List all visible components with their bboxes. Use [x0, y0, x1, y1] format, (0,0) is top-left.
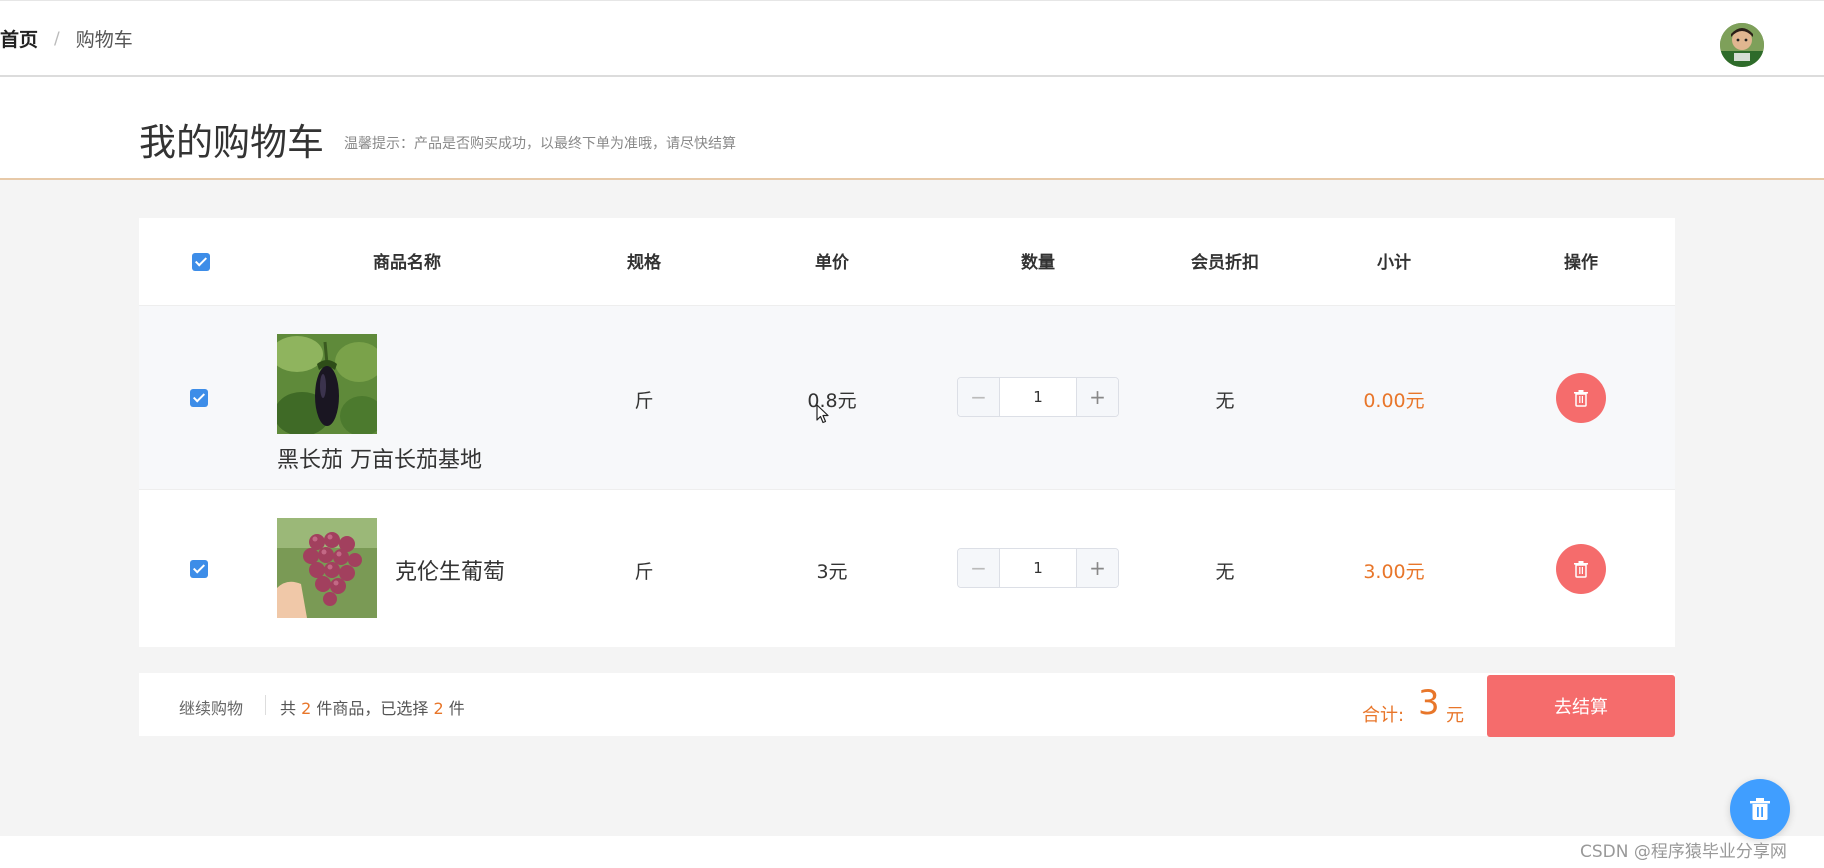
quantity-decrease-button[interactable]: − [958, 378, 1000, 416]
row-checkbox[interactable] [190, 389, 208, 407]
product-price: 0.8元 [807, 390, 857, 412]
minus-icon: − [970, 556, 987, 580]
quantity-input[interactable]: 1 [1000, 549, 1076, 587]
page-title: 我的购物车 [139, 121, 324, 164]
selected-items-count: 2 [433, 699, 444, 718]
trash-icon [1750, 798, 1770, 820]
breadcrumb-current: 购物车 [75, 29, 133, 51]
product-price: 3元 [816, 561, 848, 583]
product-image-eggplant[interactable] [277, 334, 377, 434]
product-spec: 斤 [634, 561, 654, 583]
watermark: CSDN @程序猿毕业分享网 [1580, 842, 1787, 862]
column-header-spec: 规格 [627, 253, 661, 273]
summary-mid: 件商品，已选择 [316, 699, 429, 718]
total-unit: 元 [1446, 705, 1464, 726]
mouse-cursor-icon [816, 404, 830, 428]
continue-shopping-link[interactable]: 继续购物 [179, 695, 243, 719]
quantity-decrease-button[interactable]: − [958, 549, 1000, 587]
product-name: 黑长茄 万亩长茄基地 [277, 448, 482, 473]
quantity-increase-button[interactable]: + [1076, 549, 1118, 587]
cart-table: 商品名称 规格 单价 数量 会员折扣 小计 操作 黑长茄 万亩长茄基地 斤 0.… [139, 218, 1675, 647]
breadcrumb: 首页 / 购物车 [0, 25, 133, 52]
page-tip: 温馨提示：产品是否购买成功，以最终下单为准哦，请尽快结算 [344, 136, 736, 152]
floating-trash-button[interactable] [1730, 779, 1790, 839]
delete-item-button[interactable] [1556, 544, 1606, 594]
plus-icon: + [1089, 556, 1106, 580]
delete-item-button[interactable] [1556, 373, 1606, 423]
breadcrumb-home[interactable]: 首页 [0, 25, 38, 52]
plus-icon: + [1089, 385, 1106, 409]
total-value: 3 [1418, 683, 1440, 723]
minus-icon: − [970, 385, 987, 409]
quantity-increase-button[interactable]: + [1076, 378, 1118, 416]
select-all-checkbox[interactable] [192, 253, 210, 271]
checkout-button[interactable]: 去结算 [1487, 675, 1675, 737]
row-checkbox[interactable] [190, 560, 208, 578]
trash-icon [1574, 561, 1588, 578]
cart-footer: 继续购物 共 2 件商品，已选择 2 件 合计: 3 元 去结算 [139, 673, 1675, 737]
member-discount: 无 [1215, 390, 1235, 412]
breadcrumb-separator: / [54, 28, 60, 49]
total-label: 合计: [1362, 705, 1405, 726]
column-header-price: 单价 [815, 253, 849, 273]
summary-suffix: 件 [448, 699, 465, 718]
column-header-quantity: 数量 [1021, 253, 1055, 273]
row-subtotal: 0.00元 [1363, 390, 1425, 412]
summary-prefix: 共 [280, 699, 297, 718]
product-name: 克伦生葡萄 [395, 560, 506, 585]
total-items-count: 2 [301, 699, 312, 718]
product-spec: 斤 [634, 390, 654, 412]
column-header-actions: 操作 [1564, 253, 1598, 273]
product-image-grapes[interactable] [277, 518, 377, 618]
row-subtotal: 3.00元 [1363, 561, 1425, 583]
column-header-name: 商品名称 [373, 253, 441, 273]
trash-icon [1574, 390, 1588, 407]
table-row: 黑长茄 万亩长茄基地 斤 0.8元 − 1 + 无 0.00元 [139, 306, 1675, 490]
footer-divider [265, 695, 266, 715]
avatar[interactable] [1720, 23, 1764, 67]
table-header: 商品名称 规格 单价 数量 会员折扣 小计 操作 [139, 218, 1675, 306]
table-row: 克伦生葡萄 斤 3元 − 1 + 无 3.00元 [139, 490, 1675, 647]
quantity-stepper: − 1 + [957, 377, 1119, 417]
quantity-input[interactable]: 1 [1000, 378, 1076, 416]
member-discount: 无 [1215, 561, 1235, 583]
top-bar: 首页 / 购物车 [0, 0, 1824, 77]
column-header-subtotal: 小计 [1377, 253, 1411, 273]
column-header-discount: 会员折扣 [1191, 253, 1259, 273]
cart-summary: 共 2 件商品，已选择 2 件 [280, 695, 465, 719]
quantity-stepper: − 1 + [957, 548, 1119, 588]
